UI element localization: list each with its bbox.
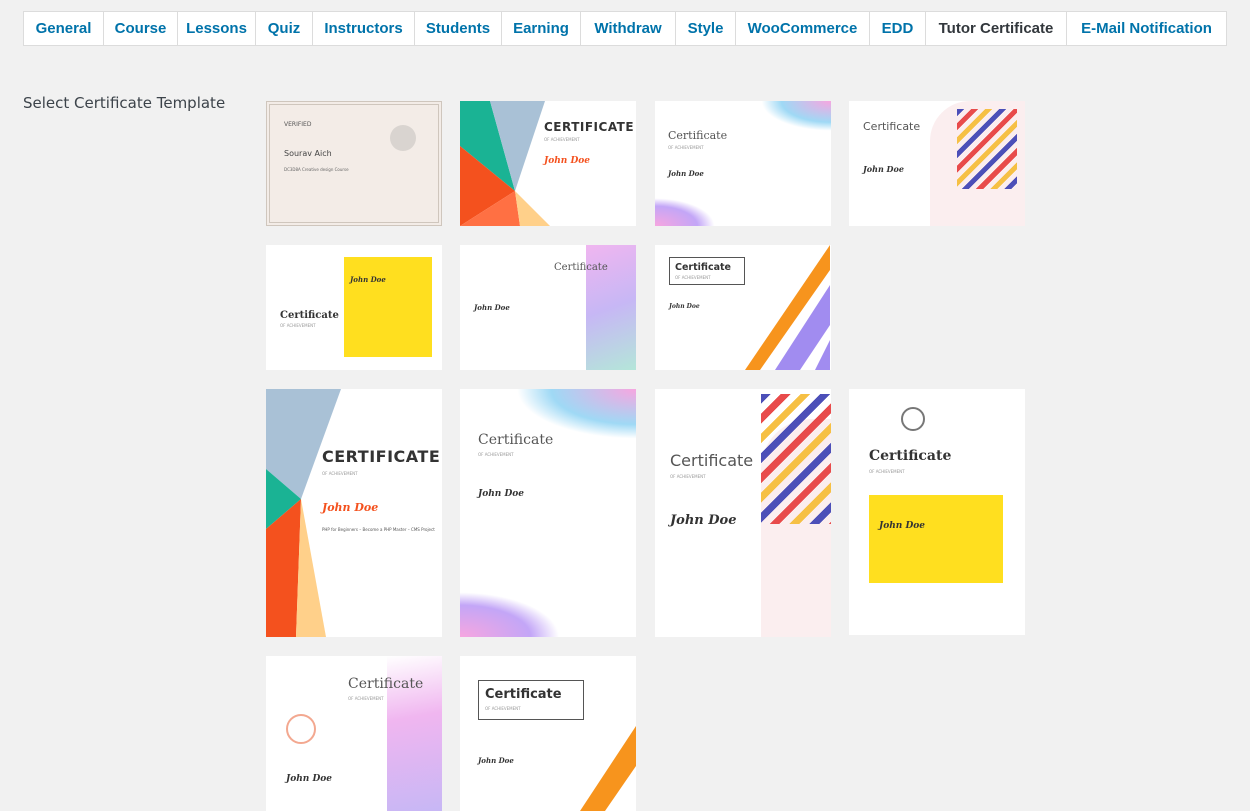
template-subtitle: OF ACHIEVEMENT	[348, 696, 384, 701]
template-title: Certificate	[280, 310, 339, 321]
template-course: DC3D8A Creative design Course	[284, 167, 349, 172]
certificate-template-wave[interactable]: Certificate John Doe	[460, 245, 636, 370]
award-icon	[286, 714, 316, 744]
template-subtitle: OF ACHIEVEMENT	[675, 275, 711, 280]
tab-email-notification[interactable]: E-Mail Notification	[1067, 12, 1226, 45]
certificate-template-stripes-portrait[interactable]: Certificate OF ACHIEVEMENT John Doe	[655, 389, 831, 637]
template-title: CERTIFICATE	[322, 447, 441, 466]
paisley-decoration	[655, 198, 715, 226]
template-title: Certificate	[863, 120, 921, 133]
tab-students[interactable]: Students	[415, 12, 502, 45]
template-subtitle: OF ACHIEVEMENT	[670, 474, 706, 479]
certificate-template-paisley-portrait[interactable]: Certificate OF ACHIEVEMENT John Doe	[460, 389, 636, 637]
tab-style[interactable]: Style	[676, 12, 736, 45]
template-title: Certificate	[348, 676, 424, 692]
certificate-template-yellow-award[interactable]: John Doe Certificate OF ACHIEVEMENT	[266, 245, 442, 370]
template-name: John Doe	[478, 489, 525, 499]
settings-tabs: General Course Lessons Quiz Instructors …	[23, 11, 1227, 46]
template-title: Certificate	[869, 448, 952, 464]
template-name: John Doe	[670, 513, 737, 528]
template-title: CERTIFICATE	[544, 120, 635, 134]
tab-general[interactable]: General	[24, 12, 104, 45]
template-name: John Doe	[478, 756, 514, 765]
template-name: John Doe	[474, 303, 510, 312]
certificate-template-boxed[interactable]: Certificate OF ACHIEVEMENT John Doe	[655, 245, 831, 370]
template-subtitle: OF ACHIEVEMENT	[668, 145, 704, 150]
certificate-template-geometric-portrait[interactable]: CERTIFICATE OF ACHIEVEMENT John Doe PHP …	[266, 389, 442, 637]
certificate-template-wave-portrait[interactable]: Certificate OF ACHIEVEMENT John Doe	[266, 656, 442, 811]
template-heading: VERIFIED	[284, 121, 312, 128]
tab-edd[interactable]: EDD	[870, 12, 926, 45]
tab-instructors[interactable]: Instructors	[313, 12, 415, 45]
tab-course[interactable]: Course	[104, 12, 178, 45]
tab-lessons[interactable]: Lessons	[178, 12, 256, 45]
seal-icon	[390, 125, 416, 151]
template-name: John Doe	[322, 501, 379, 514]
template-title: Certificate	[554, 262, 608, 273]
certificate-template-boxed-portrait[interactable]: Certificate OF ACHIEVEMENT John Doe	[460, 656, 636, 811]
template-subtitle: OF ACHIEVEMENT	[280, 323, 316, 328]
certificate-template-stripes[interactable]: Certificate John Doe	[849, 101, 1025, 226]
stripes-decoration	[761, 394, 831, 524]
section-label: Select Certificate Template	[23, 94, 226, 112]
tab-tutor-certificate[interactable]: Tutor Certificate	[926, 12, 1067, 45]
template-name: John Doe	[668, 169, 704, 178]
award-icon	[901, 407, 925, 431]
stripes-decoration	[957, 109, 1017, 189]
template-course: PHP for Beginners – Become a PHP Master …	[322, 527, 435, 532]
yellow-panel	[869, 495, 1003, 583]
template-name: John Doe	[669, 303, 700, 310]
certificate-template-geometric[interactable]: CERTIFICATE OF ACHIEVEMENT John Doe	[460, 101, 636, 226]
template-title: Certificate	[668, 129, 728, 142]
tab-earning[interactable]: Earning	[502, 12, 581, 45]
template-title: Certificate	[670, 451, 754, 470]
template-subtitle: OF ACHIEVEMENT	[478, 452, 514, 457]
template-name: John Doe	[544, 156, 591, 166]
template-name: John Doe	[879, 521, 926, 531]
paisley-decoration	[761, 101, 831, 131]
template-subtitle: OF ACHIEVEMENT	[544, 137, 580, 142]
template-subtitle: OF ACHIEVEMENT	[869, 469, 905, 474]
template-title: Certificate	[478, 432, 554, 448]
tab-withdraw[interactable]: Withdraw	[581, 12, 676, 45]
template-name: John Doe	[350, 275, 386, 284]
template-subtitle: OF ACHIEVEMENT	[485, 706, 521, 711]
template-name: John Doe	[863, 164, 904, 174]
certificate-template-yellow-portrait[interactable]: Certificate OF ACHIEVEMENT John Doe	[849, 389, 1025, 635]
template-name: John Doe	[286, 774, 333, 784]
template-name: Sourav Aich	[284, 149, 332, 158]
certificate-template-verified[interactable]: VERIFIED Sourav Aich DC3D8A Creative des…	[266, 101, 442, 226]
template-title: Certificate	[485, 687, 562, 702]
paisley-decoration	[460, 592, 560, 637]
template-subtitle: OF ACHIEVEMENT	[322, 471, 358, 476]
template-title: Certificate	[675, 262, 731, 273]
tab-quiz[interactable]: Quiz	[256, 12, 313, 45]
certificate-template-paisley[interactable]: Certificate OF ACHIEVEMENT John Doe	[655, 101, 831, 226]
tab-woocommerce[interactable]: WooCommerce	[736, 12, 870, 45]
yellow-panel	[344, 257, 432, 357]
